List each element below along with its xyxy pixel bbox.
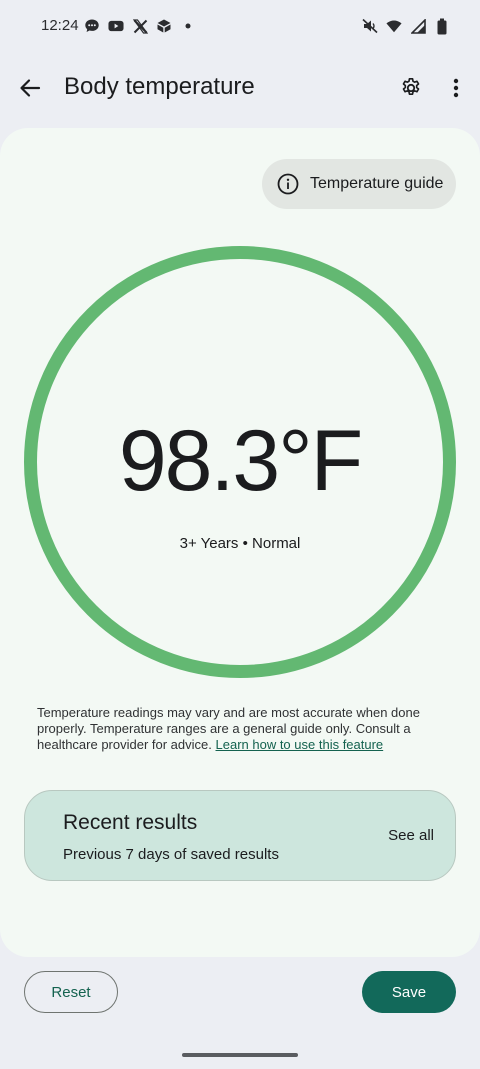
save-button[interactable]: Save bbox=[362, 971, 456, 1013]
recent-results-card[interactable]: Recent results Previous 7 days of saved … bbox=[24, 790, 456, 881]
temperature-card: Temperature guide 98.3°F 3+ Years • Norm… bbox=[0, 128, 480, 957]
temperature-status: 3+ Years • Normal bbox=[179, 535, 301, 552]
box-icon bbox=[156, 18, 172, 34]
info-icon bbox=[277, 173, 299, 195]
x-icon bbox=[132, 18, 148, 34]
temperature-guide-label: Temperature guide bbox=[310, 175, 444, 192]
disclaimer-text: Temperature readings may vary and are mo… bbox=[37, 705, 447, 753]
system-icons bbox=[362, 18, 450, 34]
more-vert-icon bbox=[453, 78, 459, 98]
settings-button[interactable] bbox=[398, 75, 424, 101]
app-bar: Body temperature bbox=[0, 56, 480, 120]
see-all-link[interactable]: See all bbox=[388, 827, 434, 844]
status-time: 12:24 bbox=[41, 17, 79, 34]
reset-button[interactable]: Reset bbox=[24, 971, 118, 1013]
battery-icon bbox=[434, 18, 450, 34]
page-title: Body temperature bbox=[64, 73, 255, 100]
dot-icon bbox=[180, 18, 196, 34]
status-bar: 12:24 bbox=[0, 0, 480, 56]
arrow-back-icon bbox=[20, 79, 41, 97]
recent-results-title: Recent results bbox=[63, 811, 198, 834]
notification-icons bbox=[84, 18, 196, 34]
chat-bubble-icon bbox=[84, 18, 100, 34]
back-button[interactable] bbox=[14, 72, 46, 104]
temperature-value: 98.3°F bbox=[118, 413, 363, 509]
learn-how-link[interactable]: Learn how to use this feature bbox=[216, 737, 384, 752]
signal-icon bbox=[410, 18, 426, 34]
wifi-icon bbox=[386, 18, 402, 34]
temperature-guide-chip[interactable]: Temperature guide bbox=[262, 159, 456, 209]
recent-results-subtitle: Previous 7 days of saved results bbox=[63, 846, 279, 863]
more-options-button[interactable] bbox=[444, 75, 468, 101]
gesture-nav-handle[interactable] bbox=[182, 1053, 298, 1057]
mute-icon bbox=[362, 18, 378, 34]
youtube-icon bbox=[108, 18, 124, 34]
gear-icon bbox=[402, 78, 420, 95]
